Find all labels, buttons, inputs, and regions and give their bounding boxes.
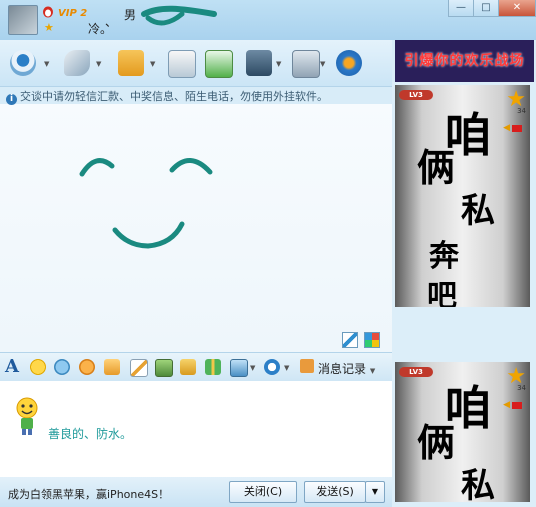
emoticon-icon[interactable] <box>30 359 46 375</box>
doodle-icon[interactable] <box>130 359 148 377</box>
close-button[interactable]: 关闭(C) <box>229 481 297 503</box>
send-sms-icon[interactable] <box>168 50 196 78</box>
contact-nickname: 冷。 <box>88 22 113 36</box>
video-show-top[interactable]: LV3 ★ 34 ◀ 咱 俩 私 奔 吧 <box>395 85 530 307</box>
video-call-dropdown-icon[interactable]: ▼ <box>44 60 49 68</box>
star-icon: ★ <box>44 21 54 34</box>
soso-dropdown-icon[interactable]: ▼ <box>284 364 289 372</box>
video-char: 私 <box>461 466 495 502</box>
star-count: 34 <box>517 384 526 392</box>
video-show-bottom[interactable]: LV3 ★ 34 ◀ 咱 俩 私 <box>395 362 530 502</box>
send-file-dropdown-icon[interactable]: ▼ <box>150 60 155 68</box>
expand-icon[interactable] <box>342 332 358 348</box>
shake-icon[interactable] <box>79 359 95 375</box>
voice-call-icon[interactable] <box>64 50 90 76</box>
speaker-icon[interactable]: ◀ <box>503 400 510 410</box>
music-icon[interactable] <box>180 359 196 375</box>
gift-icon[interactable] <box>205 359 221 375</box>
color-palette-icon[interactable] <box>364 332 380 348</box>
screenshot-dropdown-icon[interactable]: ▼ <box>250 364 255 372</box>
chat-history-area[interactable] <box>0 104 392 352</box>
star-count: 34 <box>517 107 526 115</box>
message-history-button[interactable]: 消息记录 ▼ <box>302 360 375 377</box>
speaker-icon[interactable]: ◀ <box>503 123 510 133</box>
main-toolbar: ▼ ▼ ▼ ▼ ▼ <box>0 40 392 87</box>
video-char: 奔 <box>429 239 459 274</box>
level-badge: LV3 <box>399 90 433 100</box>
redaction-scribble <box>141 5 217 26</box>
remote-assist-icon[interactable] <box>246 50 272 76</box>
browser-icon[interactable] <box>336 50 362 76</box>
font-icon[interactable]: A <box>5 356 19 377</box>
vip-badge: VIP 2 <box>58 8 88 19</box>
magic-emoticon-icon[interactable] <box>54 359 70 375</box>
level-badge: LV3 <box>399 367 433 377</box>
minimize-button[interactable]: — <box>448 0 474 17</box>
history-label: 消息记录 <box>318 362 367 376</box>
avatar[interactable] <box>8 5 38 35</box>
send-file-icon[interactable] <box>118 50 144 76</box>
security-notice: i 交谈中请勿轻信汇款、中奖信息、陌生电话，勿使用外挂软件。 <box>6 88 390 105</box>
qq-chat-window: VIP 2 ★ 、 冷。 男 — □ ✕ ▼ ▼ ▼ ▼ ▼ 引爆你的欢乐战场 <box>0 0 536 507</box>
app-box-dropdown-icon[interactable]: ▼ <box>320 60 325 68</box>
history-dropdown-icon[interactable]: ▼ <box>370 367 375 375</box>
message-input[interactable]: 善良的、防水。 <box>0 381 392 477</box>
remote-assist-dropdown-icon[interactable]: ▼ <box>276 60 281 68</box>
video-show-panel: LV3 ★ 34 ◀ 咱 俩 私 奔 吧 LV3 ★ 34 ◀ 咱 俩 私 <box>392 82 536 507</box>
video-call-icon[interactable] <box>10 50 36 76</box>
send-options-dropdown-icon[interactable]: ▼ <box>365 481 385 503</box>
record-icon <box>512 402 522 409</box>
qq-penguin-icon <box>43 6 53 18</box>
send-button[interactable]: 发送(S) <box>304 481 366 503</box>
info-icon: i <box>6 94 17 105</box>
app-box-icon[interactable] <box>292 50 320 78</box>
format-toolbar: A ▼ ▼ 消息记录 ▼ <box>0 352 392 382</box>
close-window-button[interactable]: ✕ <box>498 0 536 17</box>
send-image-icon[interactable] <box>155 359 173 377</box>
video-char: 俩 <box>417 146 456 190</box>
screenshot-icon[interactable] <box>230 359 248 377</box>
voice-message-icon[interactable] <box>104 359 120 375</box>
smiley-doodle <box>79 158 213 249</box>
video-char: 吧 <box>427 279 457 307</box>
contact-gender: 男 <box>124 8 137 22</box>
notice-text: 交谈中请勿轻信汇款、中奖信息、陌生电话，勿使用外挂软件。 <box>20 90 328 103</box>
ad-banner[interactable]: 引爆你的欢乐战场 <box>395 40 534 82</box>
soso-icon[interactable] <box>264 359 280 375</box>
video-char: 私 <box>461 191 495 231</box>
maximize-button[interactable]: □ <box>473 0 499 17</box>
video-char: 俩 <box>417 421 456 465</box>
bottom-bar: 成为白领黑苹果，赢iPhone4S！ 关闭(C) 发送(S) ▼ <box>0 477 392 507</box>
input-message-text: 善良的、防水。 <box>48 427 133 441</box>
voice-call-dropdown-icon[interactable]: ▼ <box>96 60 101 68</box>
create-discussion-icon[interactable] <box>205 50 233 78</box>
title-bar[interactable]: VIP 2 ★ 、 冷。 男 — □ ✕ <box>0 0 536 40</box>
record-icon <box>512 125 522 132</box>
emoticon-graphic <box>16 397 38 435</box>
promo-link[interactable]: 成为白领黑苹果，赢iPhone4S！ <box>8 486 169 502</box>
